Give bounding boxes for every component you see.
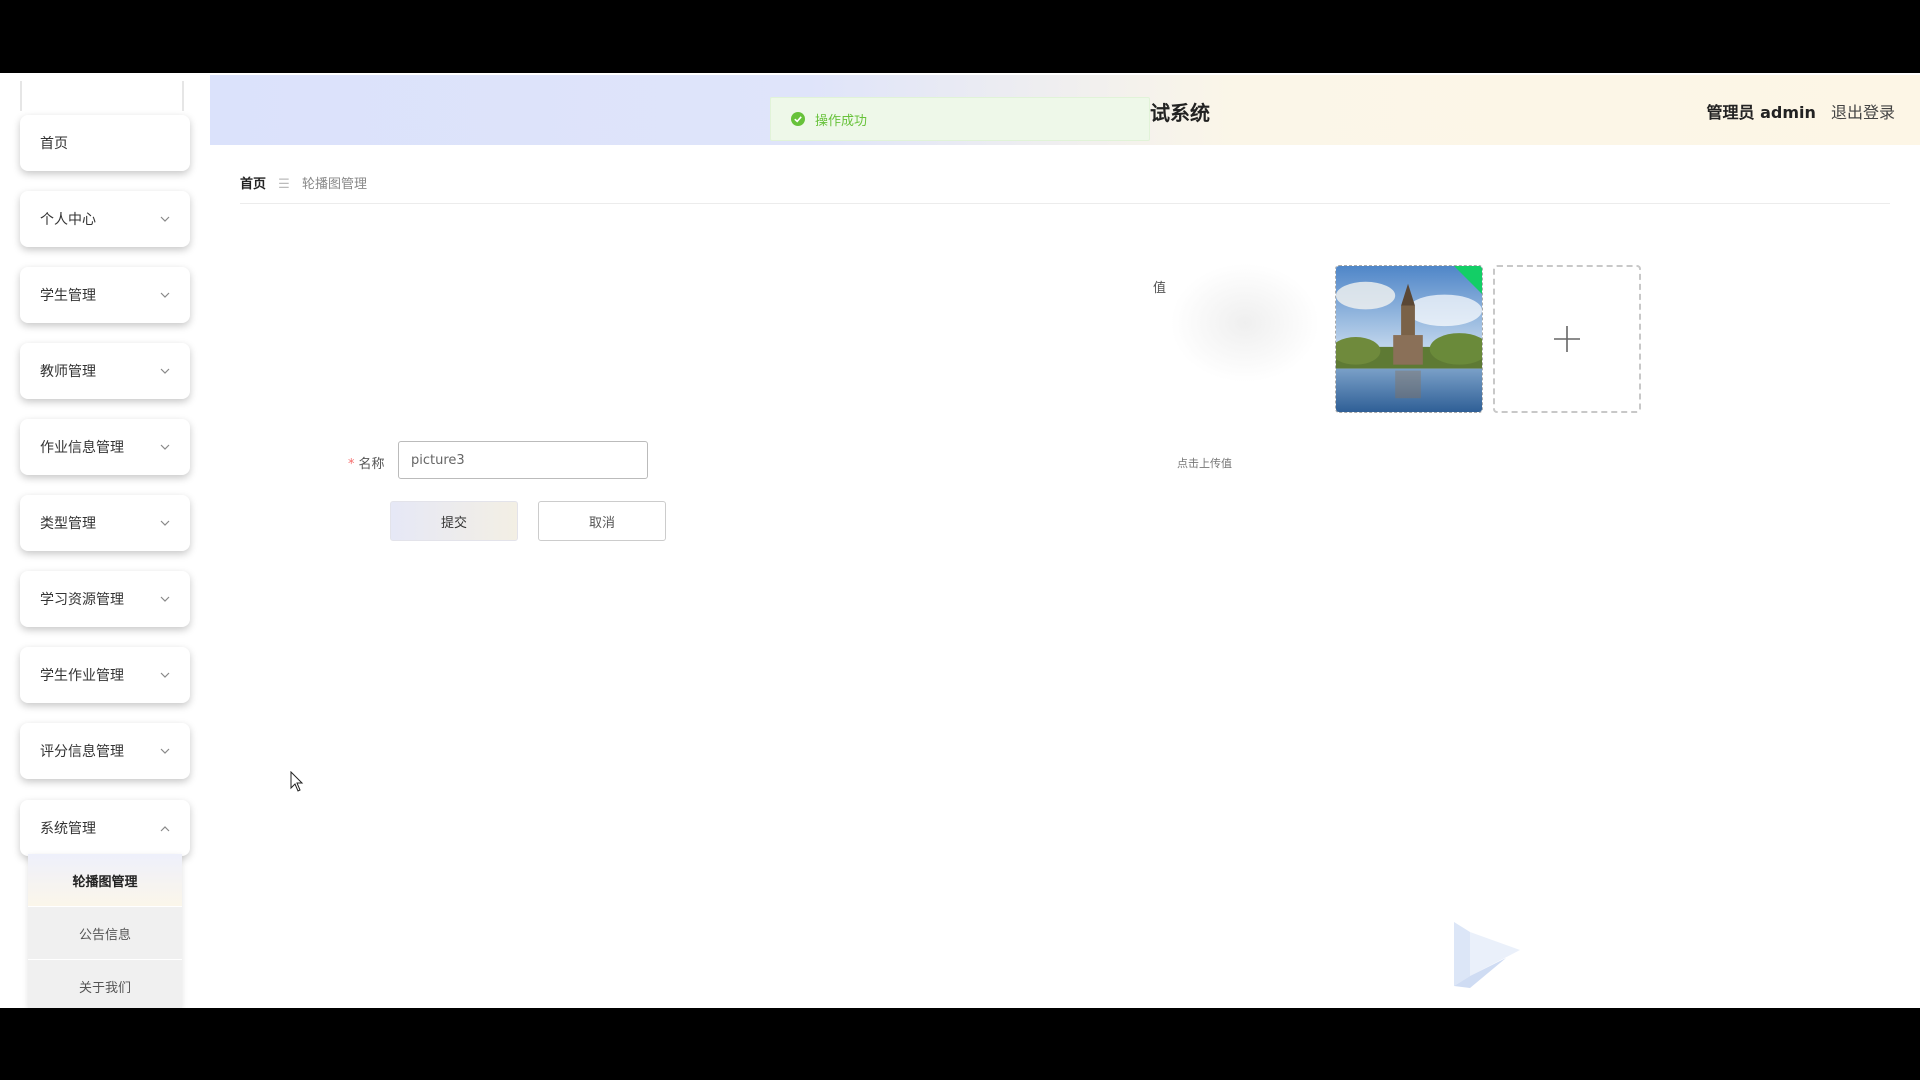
submit-button[interactable]: 提交 [390, 501, 518, 541]
cancel-button[interactable]: 取消 [538, 501, 666, 541]
chevron-down-icon [160, 442, 170, 452]
success-toast: 操作成功 [770, 97, 1150, 141]
submenu-item-label: 关于我们 [78, 980, 131, 996]
logout-link[interactable]: 退出登录 [1831, 103, 1895, 122]
breadcrumb-home[interactable]: 首页 [240, 177, 266, 192]
sidebar-item-label: 个人中心 [40, 212, 96, 228]
decorative-blur [1170, 263, 1320, 383]
sidebar-rail [20, 81, 184, 111]
name-label-text: 名称 [358, 457, 385, 472]
sidebar-item-label: 首页 [40, 136, 68, 152]
sidebar-item-type-management[interactable]: 类型管理 [20, 495, 190, 551]
decorative-logo-icon [1454, 922, 1520, 988]
user-area: 管理员 admin 退出登录 [1707, 99, 1895, 123]
breadcrumb: 首页 ☰ 轮播图管理 [240, 173, 1890, 204]
chevron-down-icon [160, 366, 170, 376]
sidebar-item-label: 学生管理 [40, 288, 96, 304]
required-mark: * [348, 457, 355, 472]
system-title: 试系统 [1150, 101, 1210, 125]
uploaded-image-thumbnail[interactable] [1335, 265, 1483, 413]
sidebar-item-label: 作业信息管理 [40, 440, 124, 456]
toast-message: 操作成功 [815, 113, 868, 129]
chevron-up-icon [160, 823, 170, 833]
submenu-item-about-us[interactable]: 关于我们 [28, 960, 182, 1008]
user-name: 管理员 admin [1706, 103, 1816, 122]
sidebar-item-label: 系统管理 [40, 821, 96, 837]
submenu-item-label: 轮播图管理 [72, 874, 138, 890]
upload-success-badge [1454, 266, 1482, 294]
value-field-label: 值 [1153, 281, 1167, 296]
sidebar-item-score-info-management[interactable]: 评分信息管理 [20, 723, 190, 779]
sidebar-item-label: 评分信息管理 [40, 744, 124, 760]
app-screen: 首页 个人中心 学生管理 教师管理 作业信息管理 类型管理 学习资源管理 学生作… [0, 73, 1920, 1008]
sidebar-item-teacher-management[interactable]: 教师管理 [20, 343, 190, 399]
sidebar-item-label: 学生作业管理 [40, 668, 124, 684]
chevron-down-icon [160, 518, 170, 528]
system-management-submenu: 轮播图管理 公告信息 关于我们 [28, 854, 182, 1008]
chevron-down-icon [160, 670, 170, 680]
breadcrumb-current: 轮播图管理 [301, 177, 367, 192]
sidebar-item-home[interactable]: 首页 [20, 115, 190, 171]
mouse-cursor-icon [290, 771, 304, 792]
sidebar-item-system-management[interactable]: 系统管理 [20, 800, 190, 856]
upload-button[interactable] [1493, 265, 1641, 413]
plus-icon [1554, 326, 1580, 352]
sidebar: 首页 个人中心 学生管理 教师管理 作业信息管理 类型管理 学习资源管理 学生作… [0, 73, 210, 1008]
chevron-down-icon [160, 290, 170, 300]
check-circle-icon [791, 112, 805, 126]
menu-separator-icon: ☰ [278, 177, 290, 192]
sidebar-item-student-management[interactable]: 学生管理 [20, 267, 190, 323]
upload-hint: 点击上传值 [1177, 457, 1232, 470]
sidebar-item-learning-resource-management[interactable]: 学习资源管理 [20, 571, 190, 627]
sidebar-item-label: 类型管理 [40, 516, 96, 532]
submenu-item-carousel-management[interactable]: 轮播图管理 [28, 854, 182, 907]
sidebar-item-student-homework-management[interactable]: 学生作业管理 [20, 647, 190, 703]
submenu-item-label: 公告信息 [78, 927, 131, 943]
sidebar-item-label: 教师管理 [40, 364, 96, 380]
sidebar-item-homework-info-management[interactable]: 作业信息管理 [20, 419, 190, 475]
chevron-down-icon [160, 746, 170, 756]
sidebar-item-personal-center[interactable]: 个人中心 [20, 191, 190, 247]
chevron-down-icon [160, 214, 170, 224]
submenu-item-announcements[interactable]: 公告信息 [28, 907, 182, 960]
name-input[interactable] [398, 441, 648, 479]
sidebar-item-label: 学习资源管理 [40, 592, 124, 608]
chevron-down-icon [160, 594, 170, 604]
name-field-label: * 名称 [348, 453, 385, 472]
